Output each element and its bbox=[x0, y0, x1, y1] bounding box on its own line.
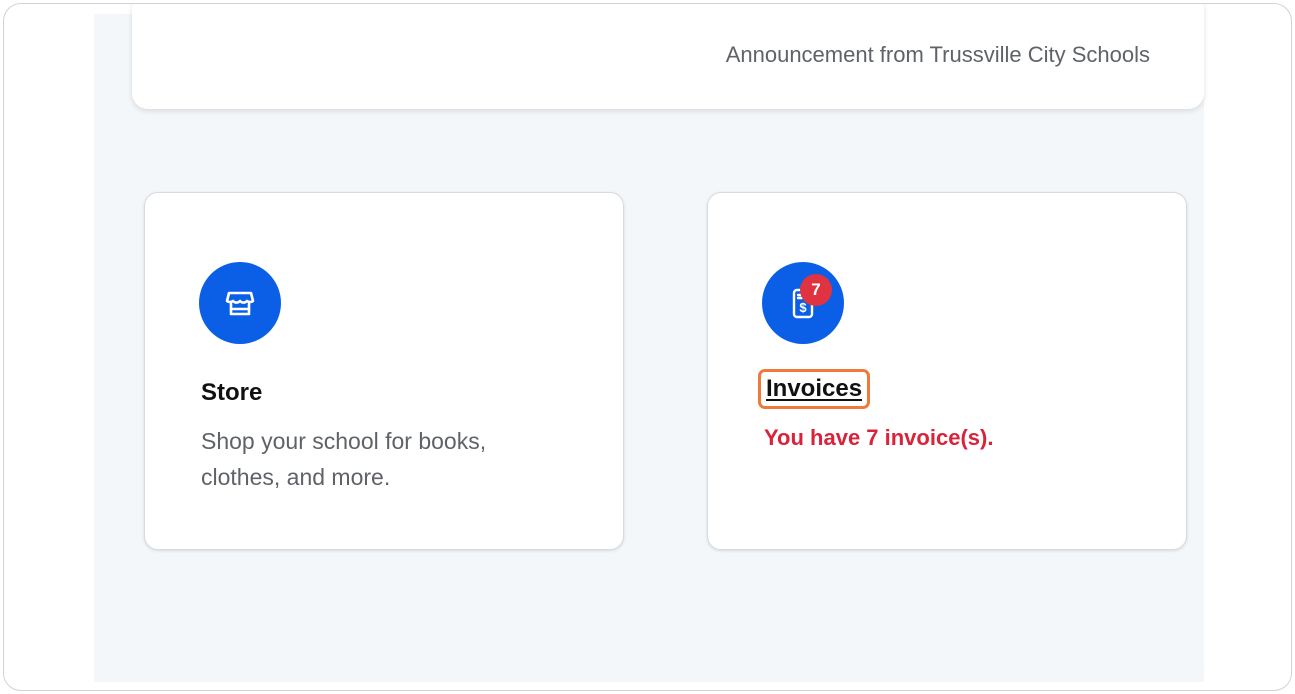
screenshot-frame: Announcement from Trussville City School… bbox=[3, 3, 1292, 691]
main-content: Announcement from Trussville City School… bbox=[94, 4, 1204, 682]
invoice-dollar-icon: $ 7 bbox=[762, 262, 844, 344]
store-title[interactable]: Store bbox=[201, 379, 262, 407]
invoice-status-text: You have 7 invoice(s). bbox=[764, 425, 994, 450]
store-description: Shop your school for books, clothes, and… bbox=[201, 428, 487, 490]
invoices-card[interactable]: $ 7 Invoices You have 7 invoice(s). bbox=[707, 192, 1187, 550]
invoices-link[interactable]: Invoices bbox=[766, 375, 862, 403]
invoices-link-highlight[interactable]: Invoices bbox=[758, 369, 871, 409]
announcement-text: Announcement from Trussville City School… bbox=[725, 42, 1150, 67]
storefront-icon bbox=[199, 262, 281, 344]
store-card[interactable]: Store Shop your school for books, clothe… bbox=[144, 192, 624, 550]
announcement-card[interactable]: Announcement from Trussville City School… bbox=[132, 4, 1204, 109]
invoice-count-badge: 7 bbox=[800, 274, 832, 306]
